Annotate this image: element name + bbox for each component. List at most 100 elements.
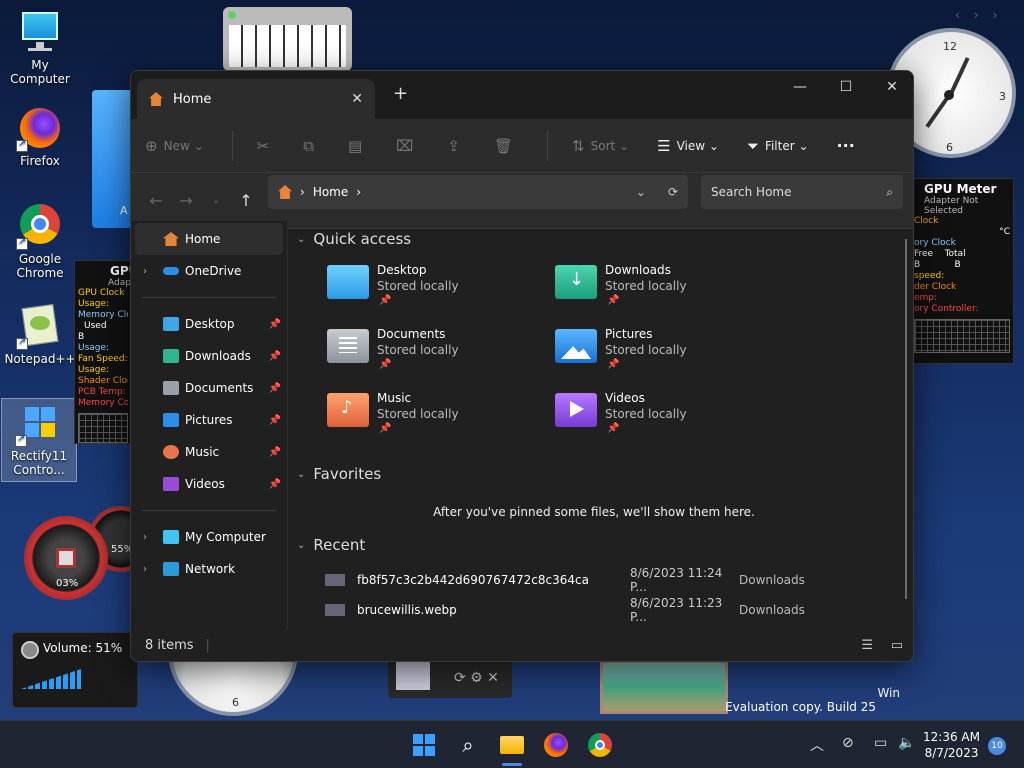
sidebar-item-music[interactable]: Music 📌 <box>131 436 287 468</box>
cut-button[interactable]: ✂ <box>257 137 276 155</box>
section-favorites[interactable]: ⌄ Favorites <box>291 458 381 490</box>
taskbar-file-explorer[interactable] <box>498 731 526 766</box>
delete-button[interactable]: 🗑 <box>494 137 519 155</box>
sidebar-item-network[interactable]: › Network <box>131 553 287 585</box>
chevron-down-icon[interactable]: ⌄ <box>297 234 305 245</box>
network-disconnected-icon[interactable]: ⊘ <box>842 735 854 751</box>
tab-home[interactable]: Home ✕ <box>137 79 375 119</box>
scrollbar[interactable] <box>905 239 907 599</box>
speaker-icon[interactable]: 🔈 <box>898 735 915 751</box>
search-box[interactable]: Search Home ⌕ <box>701 175 903 209</box>
chevron-right-icon[interactable]: › <box>143 532 147 543</box>
cpu-meter-gadget[interactable]: 55% 03% <box>22 500 154 600</box>
back-button[interactable]: ← <box>141 191 171 210</box>
table-row[interactable]: fb8f57c3c2b442d690767472c8c364ca 8/6/202… <box>325 566 885 594</box>
sidebar-item-onedrive[interactable]: › OneDrive <box>131 255 287 287</box>
sidebar-item-downloads[interactable]: Downloads 📌 <box>131 340 287 372</box>
quick-access-downloads[interactable]: ↓ Downloads Stored locally 📌 <box>555 261 755 317</box>
start-button[interactable] <box>410 731 438 759</box>
breadcrumb-home[interactable]: Home <box>313 185 348 199</box>
gpu-row: emp: <box>914 293 938 303</box>
pin-icon[interactable]: 📌 <box>269 383 281 394</box>
quick-access-documents[interactable]: Documents Stored locally 📌 <box>327 325 527 381</box>
chevron-right-icon[interactable]: › <box>143 564 147 575</box>
rename-button[interactable]: ⌧ <box>396 137 419 155</box>
show-hidden-icons-button[interactable]: ︿ <box>810 735 824 755</box>
pin-icon[interactable]: 📌 <box>269 479 281 490</box>
taskbar: ⌕ ︿ ⊘ ▭ 🔈 12:36 AM 8/7/2023 10 <box>0 720 1024 768</box>
search-button[interactable]: ⌕ <box>454 731 482 759</box>
slideshow-gadget[interactable]: ⟳ ⚙ ✕ <box>388 656 512 698</box>
gadget-nav-controls[interactable]: ‹›› <box>955 8 1011 22</box>
up-button[interactable]: ↑ <box>231 191 261 210</box>
file-explorer-window[interactable]: Home ✕ + — ☐ ✕ ⊕ New ⌄ ✂ ⧉ ▤ ⌧ ⇪ 🗑 ⇅ Sort … <box>130 70 914 662</box>
chevron-down-icon[interactable]: ⌄ <box>297 540 305 551</box>
filter-button[interactable]: ⏷ Filter ⌄ <box>747 137 809 155</box>
forward-button[interactable]: → <box>171 191 201 210</box>
sort-button[interactable]: ⇅ Sort ⌄ <box>572 137 629 155</box>
search-input[interactable]: Search Home <box>711 185 886 199</box>
notification-badge[interactable]: 10 <box>988 737 1006 755</box>
paste-button[interactable]: ▤ <box>348 137 368 155</box>
close-tab-icon[interactable]: ✕ <box>351 91 363 107</box>
desktop-icon-my-computer[interactable]: My Computer <box>2 8 78 86</box>
desktop-icon-notepadpp[interactable]: Notepad++ <box>2 302 78 366</box>
more-options-button[interactable]: ··· <box>837 136 855 155</box>
piano-gadget[interactable] <box>223 7 352 71</box>
notepadpp-icon <box>16 302 64 350</box>
view-button[interactable]: ☰ View ⌄ <box>657 137 719 155</box>
share-button[interactable]: ⇪ <box>447 137 466 155</box>
sidebar-item-desktop[interactable]: Desktop 📌 <box>131 308 287 340</box>
address-dropdown-icon[interactable]: ⌄ <box>636 185 646 199</box>
sidebar-item-home[interactable]: Home <box>135 223 283 255</box>
quick-access-music[interactable]: ♪ Music Stored locally 📌 <box>327 389 527 445</box>
maximize-button[interactable]: ☐ <box>823 71 869 103</box>
home-icon <box>149 92 163 106</box>
sidebar-item-documents[interactable]: Documents 📌 <box>131 372 287 404</box>
tiles-view-icon[interactable]: ▭ <box>891 638 903 653</box>
new-tab-button[interactable]: + <box>393 83 408 104</box>
quick-access-pictures[interactable]: Pictures Stored locally 📌 <box>555 325 755 381</box>
chevron-down-icon[interactable]: ⌄ <box>297 469 305 480</box>
taskbar-chrome[interactable] <box>586 731 614 759</box>
desktop-icon-label: Notepad++ <box>4 352 76 366</box>
display-icon[interactable]: ▭ <box>874 735 887 751</box>
taskbar-firefox[interactable] <box>542 731 570 759</box>
pin-icon: 📌 <box>607 423 620 434</box>
rectify11-icon <box>15 399 63 447</box>
refresh-icon[interactable]: ⟳ <box>668 185 678 199</box>
gpu-row: Fan Speed: <box>78 354 128 364</box>
section-recent[interactable]: ⌄ Recent <box>291 529 365 561</box>
new-button[interactable]: ⊕ New ⌄ <box>145 137 204 155</box>
desktop-icon-label: My Computer <box>10 58 70 86</box>
title-bar[interactable]: Home ✕ + — ☐ ✕ <box>131 71 913 119</box>
chevron-right-icon[interactable]: › <box>143 266 147 277</box>
share-icon: ⇪ <box>447 136 460 155</box>
table-row[interactable]: brucewillis.webp 8/6/2023 11:23 P... Dow… <box>325 596 885 624</box>
pin-icon[interactable]: 📌 <box>269 319 281 330</box>
quick-access-desktop[interactable]: Desktop Stored locally 📌 <box>327 261 527 317</box>
section-quick-access[interactable]: ⌄ Quick access <box>291 223 411 255</box>
volume-gadget[interactable]: Volume: 51% <box>12 632 138 708</box>
pin-icon[interactable]: 📌 <box>269 447 281 458</box>
address-bar[interactable]: › Home › ⌄ ⟳ <box>268 175 688 209</box>
sidebar-item-pictures[interactable]: Pictures 📌 <box>131 404 287 436</box>
sidebar-item-videos[interactable]: Videos 📌 <box>131 468 287 500</box>
notepad-gadget[interactable]: A <box>92 90 132 228</box>
desktop-icon-chrome[interactable]: Google Chrome <box>2 202 78 280</box>
desktop-icon-firefox[interactable]: Firefox <box>2 104 78 168</box>
recent-locations-button[interactable]: ⌄ <box>201 195 231 206</box>
rename-icon: ⌧ <box>396 136 414 155</box>
sidebar-item-my-computer[interactable]: › My Computer <box>131 521 287 553</box>
close-window-button[interactable]: ✕ <box>869 71 913 103</box>
quick-access-videos[interactable]: Videos Stored locally 📌 <box>555 389 755 445</box>
photo-gadget[interactable] <box>600 660 728 714</box>
copy-button[interactable]: ⧉ <box>303 137 320 155</box>
pin-icon[interactable]: 📌 <box>269 351 281 362</box>
desktop-icon-rectify11[interactable]: Rectify11 Contro... <box>1 398 77 482</box>
taskbar-clock[interactable]: 12:36 AM 8/7/2023 <box>923 729 980 761</box>
pin-icon[interactable]: 📌 <box>269 415 281 426</box>
minimize-button[interactable]: — <box>777 71 823 103</box>
details-view-icon[interactable]: ☰ <box>861 638 873 653</box>
favorites-empty-message: After you've pinned some files, we'll sh… <box>433 505 755 519</box>
